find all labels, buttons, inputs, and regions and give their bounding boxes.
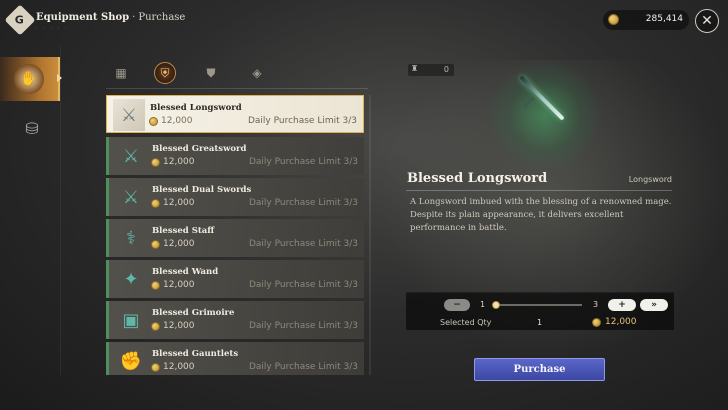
item-name: Blessed Longsword	[150, 103, 242, 113]
purchase-button[interactable]: Purchase	[474, 358, 605, 381]
gold-coin-icon	[151, 158, 160, 167]
detail-divider	[406, 190, 672, 191]
gold-coin-icon	[151, 322, 160, 331]
selected-qty-value: 1	[537, 318, 543, 327]
owned-count-value: 0	[443, 65, 449, 74]
inventory-icon: ♜	[411, 64, 419, 73]
list-item[interactable]: ✦ Blessed Wand 12,000 Daily Purchase Lim…	[106, 260, 364, 298]
max-quantity-button[interactable]: »	[640, 299, 668, 311]
close-button[interactable]: ✕	[695, 9, 719, 33]
tabs-divider	[106, 88, 368, 89]
tab-weapons[interactable]: ⛨	[154, 62, 176, 84]
close-icon: ✕	[701, 13, 713, 29]
list-item[interactable]: ▣ Blessed Grimoire 12,000 Daily Purchase…	[106, 301, 364, 339]
coin-stack-icon: ⛁	[25, 118, 39, 138]
tab-armor[interactable]: ⛊	[200, 62, 222, 84]
title-decoration: · · · · ·	[36, 26, 69, 32]
gold-coin-icon	[151, 199, 160, 208]
quantity-max: 3	[593, 300, 599, 309]
quantity-min: 1	[480, 300, 486, 309]
item-price: 12,000	[161, 116, 193, 126]
item-limit: Daily Purchase Limit 3/3	[248, 280, 358, 290]
staff-icon: ⚕	[126, 227, 136, 249]
item-limit: Daily Purchase Limit 3/3	[248, 198, 358, 208]
top-bar: G Equipment Shop · Purchase · · · · · 285,…	[0, 0, 728, 40]
item-price: 12,000	[163, 198, 195, 208]
detail-item-type: Longsword	[628, 175, 672, 184]
detail-description: A Longsword imbued with the blessing of …	[410, 197, 672, 233]
gold-coin-icon	[151, 240, 160, 249]
increase-quantity-button[interactable]: +	[608, 299, 636, 311]
nav-divider	[60, 45, 61, 375]
item-price: 12,000	[163, 321, 195, 331]
item-limit: Daily Purchase Limit 3/3	[248, 321, 358, 331]
item-price: 12,000	[163, 157, 195, 167]
item-price: 12,000	[163, 280, 195, 290]
game-logo-icon: G	[4, 4, 36, 36]
gauntlets-icon: ✊	[119, 350, 143, 372]
gold-coin-icon	[608, 14, 619, 25]
owned-count: ♜ 0	[408, 64, 454, 76]
item-glow	[490, 60, 600, 170]
item-limit: Daily Purchase Limit 3/3	[248, 362, 358, 372]
item-limit: Daily Purchase Limit 3/3	[247, 116, 357, 126]
list-item[interactable]: ⚔ Blessed Longsword 12,000 Daily Purchas…	[106, 95, 364, 133]
tab-accessories[interactable]: ◈	[246, 62, 268, 84]
nav-item-materials[interactable]: ⛁	[20, 115, 44, 141]
gold-coin-icon	[592, 318, 601, 327]
list-item[interactable]: ⚔ Blessed Dual Swords 12,000 Daily Purch…	[106, 178, 364, 216]
shop-subtitle: Purchase	[138, 12, 186, 23]
item-name: Blessed Wand	[152, 267, 219, 277]
item-limit: Daily Purchase Limit 3/3	[248, 157, 358, 167]
item-name: Blessed Staff	[152, 226, 215, 236]
list-item[interactable]: ⚕ Blessed Staff 12,000 Daily Purchase Li…	[106, 219, 364, 257]
accessory-icon: ◈	[252, 66, 262, 80]
slider-handle[interactable]	[492, 301, 500, 309]
greatsword-icon: ⚔	[122, 145, 140, 167]
grimoire-icon: ▣	[122, 309, 140, 331]
page-title: Equipment Shop · Purchase	[36, 12, 185, 23]
nav-item-equipment[interactable]: ✋	[0, 57, 60, 101]
item-name: Blessed Grimoire	[152, 308, 235, 318]
list-item[interactable]: ⚔ Blessed Greatsword 12,000 Daily Purcha…	[106, 137, 364, 175]
item-price: 12,000	[163, 362, 195, 372]
armor-icon: ⛊	[206, 65, 216, 80]
detail-item-name: Blessed Longsword	[407, 171, 548, 186]
gold-coin-icon	[151, 281, 160, 290]
quantity-slider[interactable]	[492, 301, 582, 309]
gold-coin-icon	[151, 363, 160, 372]
weapon-hand-icon: ✋	[14, 64, 44, 94]
item-limit: Daily Purchase Limit 3/3	[248, 239, 358, 249]
item-list: ⚔ Blessed Longsword 12,000 Daily Purchas…	[106, 95, 366, 375]
total-price: 12,000	[605, 317, 637, 327]
shield-icon: ⛨	[160, 65, 170, 80]
selected-qty-label: Selected Qty	[440, 318, 492, 327]
gold-balance: 285,414	[603, 10, 689, 30]
dual-swords-icon: ⚔	[122, 186, 140, 208]
wand-icon: ✦	[123, 268, 139, 290]
item-name: Blessed Gauntlets	[152, 349, 239, 359]
quantity-panel: − 1 3 + » Selected Qty 1 12,000	[406, 292, 674, 330]
list-item[interactable]: ✊ Blessed Gauntlets 12,000 Daily Purchas…	[106, 342, 364, 375]
tab-all[interactable]: ▦	[110, 62, 132, 84]
shop-title: Equipment Shop	[36, 12, 130, 23]
item-name: Blessed Greatsword	[152, 144, 247, 154]
gold-amount: 285,414	[645, 14, 683, 24]
item-name: Blessed Dual Swords	[152, 185, 252, 195]
title-separator: ·	[132, 12, 136, 23]
item-price: 12,000	[163, 239, 195, 249]
gold-coin-icon	[149, 117, 158, 126]
grid-icon: ▦	[115, 66, 127, 80]
longsword-icon: ⚔	[113, 99, 145, 131]
list-scrollbar[interactable]	[369, 95, 371, 375]
decrease-quantity-button[interactable]: −	[444, 299, 470, 311]
